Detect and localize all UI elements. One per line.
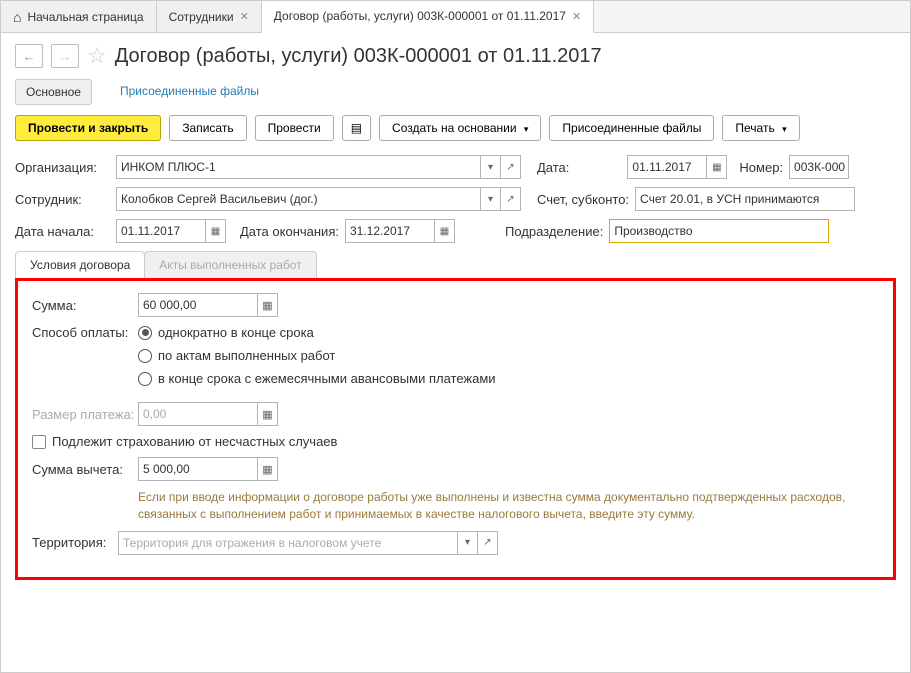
org-label: Организация: [15, 160, 110, 175]
radio-acts-label: по актам выполненных работ [158, 348, 335, 363]
subtab-main[interactable]: Основное [15, 79, 92, 105]
number-field[interactable]: 003К-000 [789, 155, 849, 179]
end-date-field[interactable]: 31.12.2017 [345, 219, 435, 243]
radio-monthly-label: в конце срока с ежемесячными авансовыми … [158, 371, 496, 386]
account-label: Счет, субконто: [537, 192, 629, 207]
end-date-label: Дата окончания: [240, 224, 339, 239]
account-field[interactable]: Счет 20.01, в УСН принимаются [635, 187, 855, 211]
print-label: Печать [735, 121, 774, 135]
pay-method-label: Способ оплаты: [32, 325, 132, 340]
department-label: Подразделение: [505, 224, 603, 239]
open-icon[interactable]: ↗ [501, 155, 521, 179]
tab-terms[interactable]: Условия договора [15, 251, 145, 278]
create-based-button[interactable]: Создать на основании ▾ [379, 115, 541, 141]
inner-tabs: Условия договора Акты выполненных работ [15, 251, 896, 279]
close-icon[interactable]: ✕ [572, 10, 581, 23]
post-close-button[interactable]: Провести и закрыть [15, 115, 161, 141]
radio-once-label: однократно в конце срока [158, 325, 314, 340]
open-icon[interactable]: ↗ [478, 531, 498, 555]
page-title: Договор (работы, услуги) 003К-000001 от … [115, 45, 602, 68]
radio-icon [138, 326, 152, 340]
form: Организация: ИНКОМ ПЛЮС-1 ▾ ↗ Дата: 01.1… [1, 155, 910, 580]
create-based-label: Создать на основании [392, 121, 517, 135]
chevron-down-icon: ▾ [524, 124, 529, 134]
nav-forward-button[interactable]: → [51, 44, 79, 68]
window-tabs: ⌂ Начальная страница Сотрудники ✕ Догово… [1, 1, 910, 33]
start-date-field[interactable]: 01.11.2017 [116, 219, 206, 243]
calendar-icon[interactable]: ▦ [707, 155, 727, 179]
radio-icon [138, 372, 152, 386]
radio-monthly[interactable]: в конце срока с ежемесячными авансовыми … [138, 371, 496, 386]
sum-label: Сумма: [32, 298, 132, 313]
calculator-icon[interactable]: ▦ [258, 293, 278, 317]
report-icon-button[interactable]: ▤ [342, 115, 371, 141]
close-icon[interactable]: ✕ [240, 10, 249, 23]
payment-size-label: Размер платежа: [32, 407, 132, 422]
radio-acts[interactable]: по актам выполненных работ [138, 348, 496, 363]
employee-label: Сотрудник: [15, 192, 110, 207]
sub-tabs: Основное Присоединенные файлы [1, 79, 910, 115]
tab-employees[interactable]: Сотрудники ✕ [157, 1, 262, 32]
header: ← → ☆ Договор (работы, услуги) 003К-0000… [1, 33, 910, 79]
save-button[interactable]: Записать [169, 115, 246, 141]
dropdown-icon[interactable]: ▾ [481, 187, 501, 211]
open-icon[interactable]: ↗ [501, 187, 521, 211]
sum-field[interactable]: 60 000,00 [138, 293, 258, 317]
insurance-label: Подлежит страхованию от несчастных случа… [52, 434, 337, 449]
print-button[interactable]: Печать ▾ [722, 115, 799, 141]
pay-method-group: однократно в конце срока по актам выполн… [138, 325, 496, 394]
highlighted-panel: Сумма: 60 000,00 ▦ Способ оплаты: однокр… [15, 278, 896, 580]
calendar-icon[interactable]: ▦ [435, 219, 455, 243]
app-window: ⌂ Начальная страница Сотрудники ✕ Догово… [0, 0, 911, 673]
territory-field[interactable]: Территория для отражения в налоговом уче… [118, 531, 458, 555]
chevron-down-icon: ▾ [782, 124, 787, 134]
home-icon: ⌂ [13, 9, 21, 25]
calculator-icon: ▦ [258, 402, 278, 426]
calendar-icon[interactable]: ▦ [206, 219, 226, 243]
subtab-files[interactable]: Присоединенные файлы [110, 79, 269, 105]
insurance-checkbox[interactable] [32, 435, 46, 449]
toolbar: Провести и закрыть Записать Провести ▤ С… [1, 115, 910, 155]
start-date-label: Дата начала: [15, 224, 110, 239]
radio-once[interactable]: однократно в конце срока [138, 325, 496, 340]
territory-label: Территория: [32, 535, 112, 550]
attached-files-button[interactable]: Присоединенные файлы [549, 115, 714, 141]
calculator-icon[interactable]: ▦ [258, 457, 278, 481]
date-label: Дата: [537, 160, 569, 175]
favorite-icon[interactable]: ☆ [87, 43, 107, 69]
tab-home[interactable]: ⌂ Начальная страница [1, 1, 157, 32]
employee-field[interactable]: Колобков Сергей Васильевич (дог.) [116, 187, 481, 211]
deduction-label: Сумма вычета: [32, 462, 132, 477]
post-button[interactable]: Провести [255, 115, 334, 141]
deduction-field[interactable]: 5 000,00 [138, 457, 258, 481]
payment-size-field: 0,00 [138, 402, 258, 426]
department-field[interactable]: Производство [609, 219, 829, 243]
tab-home-label: Начальная страница [27, 10, 143, 24]
nav-back-button[interactable]: ← [15, 44, 43, 68]
tab-contract-label: Договор (работы, услуги) 003К-000001 от … [274, 9, 566, 23]
deduction-hint: Если при вводе информации о договоре раб… [138, 489, 868, 523]
dropdown-icon[interactable]: ▾ [458, 531, 478, 555]
dropdown-icon[interactable]: ▾ [481, 155, 501, 179]
tab-employees-label: Сотрудники [169, 10, 234, 24]
tab-contract[interactable]: Договор (работы, услуги) 003К-000001 от … [262, 1, 594, 33]
tab-acts[interactable]: Акты выполненных работ [144, 251, 316, 278]
date-field[interactable]: 01.11.2017 [627, 155, 707, 179]
org-field[interactable]: ИНКОМ ПЛЮС-1 [116, 155, 481, 179]
radio-icon [138, 349, 152, 363]
number-label: Номер: [739, 160, 783, 175]
